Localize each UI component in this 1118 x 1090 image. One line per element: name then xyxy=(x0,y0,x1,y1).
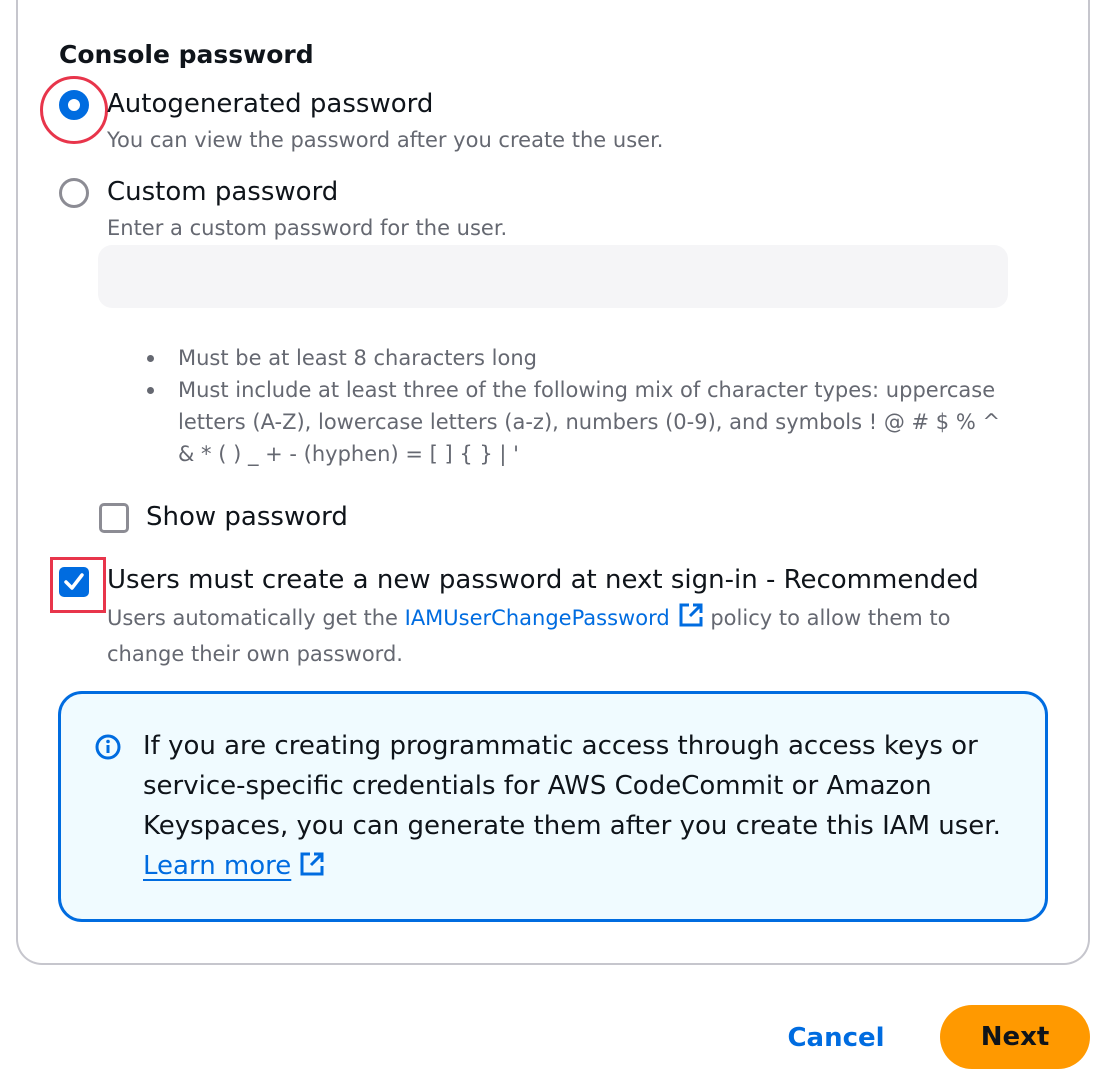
annotation-square xyxy=(50,557,106,613)
section-title: Console password xyxy=(59,40,314,69)
autogenerated-label[interactable]: Autogenerated password xyxy=(107,89,433,119)
info-message: If you are creating programmatic access … xyxy=(143,726,1003,889)
external-link-icon[interactable] xyxy=(299,849,325,889)
info-icon xyxy=(95,734,121,760)
custom-password-label[interactable]: Custom password xyxy=(107,177,338,207)
rule-item: Must be at least 8 characters long xyxy=(147,342,1018,374)
rule-item: Must include at least three of the follo… xyxy=(147,374,1018,470)
cancel-button[interactable]: Cancel xyxy=(780,1010,892,1066)
show-password-checkbox[interactable] xyxy=(99,503,129,533)
annotation-circle xyxy=(40,76,108,144)
custom-password-description: Enter a custom password for the user. xyxy=(107,216,508,240)
autogenerated-description: You can view the password after you crea… xyxy=(107,128,664,152)
show-password-label[interactable]: Show password xyxy=(146,502,348,532)
custom-password-radio[interactable] xyxy=(59,178,89,208)
password-rules-list: Must be at least 8 characters long Must … xyxy=(147,342,1018,470)
external-link-icon[interactable] xyxy=(678,602,704,638)
next-button[interactable]: Next xyxy=(940,1005,1090,1069)
info-text: If you are creating programmatic access … xyxy=(143,731,1001,841)
learn-more-link[interactable]: Learn more xyxy=(143,851,291,881)
require-reset-label[interactable]: Users must create a new password at next… xyxy=(107,565,979,595)
policy-link[interactable]: IAMUserChangePassword xyxy=(405,606,670,630)
require-reset-description: Users automatically get the IAMUserChang… xyxy=(107,602,1007,671)
custom-password-input[interactable] xyxy=(98,245,1008,308)
desc-prefix: Users automatically get the xyxy=(107,606,405,630)
info-alert: If you are creating programmatic access … xyxy=(58,691,1048,922)
